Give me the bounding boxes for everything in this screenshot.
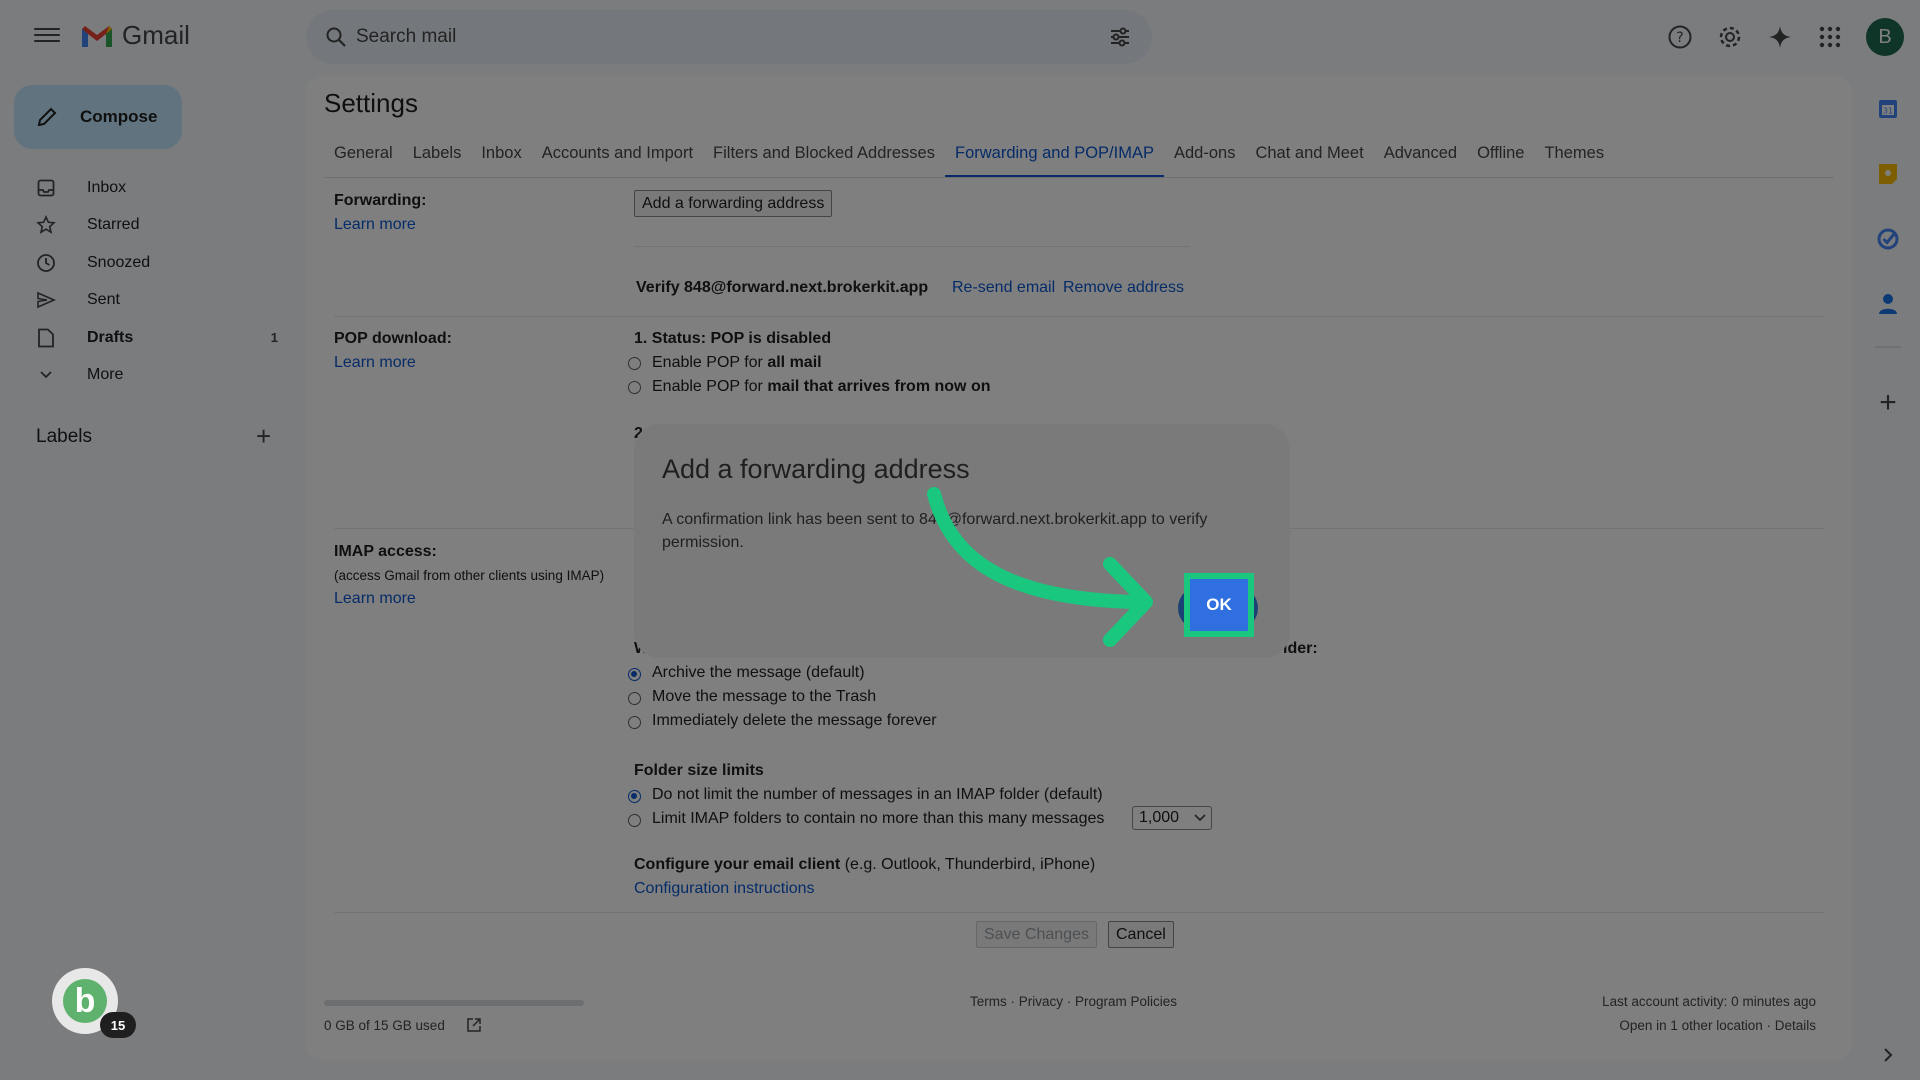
pointer-arrow-icon bbox=[927, 487, 1153, 647]
notification-badge: 15 bbox=[100, 1012, 136, 1038]
ok-button[interactable]: OK bbox=[1190, 579, 1248, 631]
dialog-title: Add a forwarding address bbox=[662, 454, 970, 484]
brokerkit-logo: b bbox=[63, 979, 107, 1023]
